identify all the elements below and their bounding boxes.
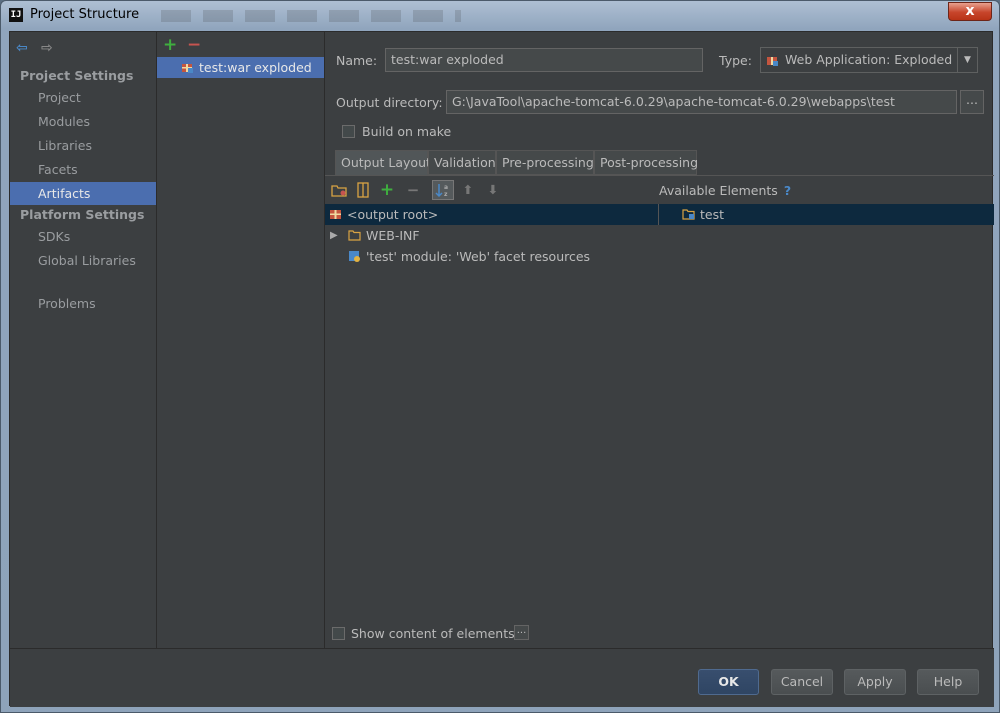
artifact-item-label: test:war exploded bbox=[199, 60, 312, 75]
tree-row-output-root[interactable]: <output root> test bbox=[325, 204, 994, 225]
web-facet-icon bbox=[349, 251, 360, 262]
dialog-client-area: ⇦ ⇨ Project Settings Project Modules Lib… bbox=[9, 31, 994, 707]
module-folder-icon bbox=[682, 209, 695, 220]
tab-validation[interactable]: Validation bbox=[428, 150, 496, 175]
help-icon[interactable]: ? bbox=[784, 183, 791, 198]
web-app-icon bbox=[767, 57, 778, 66]
window-title: Project Structure bbox=[30, 7, 140, 22]
layout-splitter[interactable] bbox=[658, 204, 659, 225]
tree-row-facet-resources[interactable]: 'test' module: 'Web' facet resources bbox=[325, 246, 994, 267]
layout-toolbar: + − az ⬆ ⬇ Available Elements? bbox=[325, 176, 994, 204]
available-item-test[interactable]: test bbox=[700, 204, 724, 225]
ok-button[interactable]: OK bbox=[698, 669, 759, 695]
background-menu-blur bbox=[161, 10, 461, 22]
tree-label-facet-resources: 'test' module: 'Web' facet resources bbox=[366, 249, 591, 264]
archive-icon[interactable] bbox=[354, 181, 372, 199]
move-down-icon[interactable]: ⬇ bbox=[484, 181, 502, 199]
available-elements-header: Available Elements? bbox=[659, 183, 791, 198]
folder-icon bbox=[348, 230, 361, 241]
sidebar-item-facets[interactable]: Facets bbox=[10, 158, 156, 181]
available-elements-label: Available Elements bbox=[659, 183, 778, 198]
add-element-icon[interactable]: + bbox=[378, 181, 396, 199]
sort-elements-icon[interactable]: az bbox=[432, 180, 454, 200]
help-button[interactable]: Help bbox=[917, 669, 979, 695]
name-field[interactable]: test:war exploded bbox=[385, 48, 703, 72]
sidebar-item-artifacts[interactable]: Artifacts bbox=[10, 182, 156, 205]
intellij-app-icon: IJ bbox=[9, 8, 23, 22]
sidebar-item-global-libraries[interactable]: Global Libraries bbox=[10, 249, 156, 272]
project-settings-header: Project Settings bbox=[20, 68, 134, 83]
type-combo[interactable]: Web Application: Exploded ▼ bbox=[760, 47, 978, 73]
settings-sidebar: ⇦ ⇨ Project Settings Project Modules Lib… bbox=[10, 32, 157, 648]
svg-text:a: a bbox=[444, 184, 448, 191]
sidebar-item-project[interactable]: Project bbox=[10, 86, 156, 109]
chevron-down-icon[interactable]: ▼ bbox=[957, 48, 977, 72]
back-arrow-icon[interactable]: ⇦ bbox=[16, 40, 28, 56]
tab-pre-processing[interactable]: Pre-processing bbox=[496, 150, 594, 175]
cancel-button[interactable]: Cancel bbox=[771, 669, 833, 695]
build-on-make-checkbox[interactable] bbox=[342, 125, 355, 138]
dialog-button-bar: OK Cancel Apply Help bbox=[10, 648, 994, 707]
title-bar[interactable]: IJ Project Structure x bbox=[1, 1, 999, 31]
forward-arrow-icon[interactable]: ⇨ bbox=[41, 40, 53, 56]
name-label: Name: bbox=[336, 53, 378, 68]
show-content-options-button[interactable]: ... bbox=[514, 625, 529, 640]
move-up-icon[interactable]: ⬆ bbox=[459, 181, 477, 199]
browse-output-directory-button[interactable]: ... bbox=[960, 90, 984, 114]
add-artifact-icon[interactable]: + bbox=[163, 35, 177, 55]
platform-settings-header: Platform Settings bbox=[20, 207, 145, 222]
artifact-details: Name: test:war exploded Type: Web Applic… bbox=[325, 32, 994, 648]
war-artifact-icon bbox=[182, 64, 193, 73]
show-content-label: Show content of elements bbox=[351, 626, 515, 641]
tree-label-web-inf: WEB-INF bbox=[366, 228, 420, 243]
sidebar-item-libraries[interactable]: Libraries bbox=[10, 134, 156, 157]
output-root-icon bbox=[330, 210, 341, 219]
artifact-item-selected[interactable]: test:war exploded bbox=[157, 57, 324, 78]
project-structure-window: IJ Project Structure x ⇦ ⇨ Project Setti… bbox=[0, 0, 1000, 713]
type-combo-value: Web Application: Exploded bbox=[785, 52, 953, 67]
apply-button[interactable]: Apply bbox=[844, 669, 906, 695]
tab-output-layout[interactable]: Output Layout bbox=[335, 150, 431, 175]
sidebar-item-problems[interactable]: Problems bbox=[10, 292, 156, 315]
output-directory-label: Output directory: bbox=[336, 95, 443, 110]
build-on-make-label: Build on make bbox=[362, 124, 452, 139]
expand-arrow-icon[interactable]: ▶ bbox=[330, 225, 338, 246]
show-content-checkbox[interactable] bbox=[332, 627, 345, 640]
artifact-list: + − test:war exploded bbox=[157, 32, 325, 648]
sidebar-item-sdks[interactable]: SDKs bbox=[10, 225, 156, 248]
output-directory-field[interactable]: G:\JavaTool\apache-tomcat-6.0.29\apache-… bbox=[446, 90, 957, 114]
type-label: Type: bbox=[719, 53, 752, 68]
remove-artifact-icon[interactable]: − bbox=[187, 35, 201, 55]
close-window-button[interactable]: x bbox=[948, 2, 992, 21]
tree-row-web-inf[interactable]: ▶ WEB-INF bbox=[325, 225, 994, 246]
new-folder-icon[interactable] bbox=[330, 181, 348, 199]
tree-label-output-root: <output root> bbox=[347, 207, 439, 222]
tab-post-processing[interactable]: Post-processing bbox=[594, 150, 698, 175]
remove-element-icon[interactable]: − bbox=[404, 181, 422, 199]
output-layout-panel: + − az ⬆ ⬇ Available Elements? <output r… bbox=[325, 175, 994, 648]
svg-text:z: z bbox=[444, 191, 448, 198]
sidebar-item-modules[interactable]: Modules bbox=[10, 110, 156, 133]
